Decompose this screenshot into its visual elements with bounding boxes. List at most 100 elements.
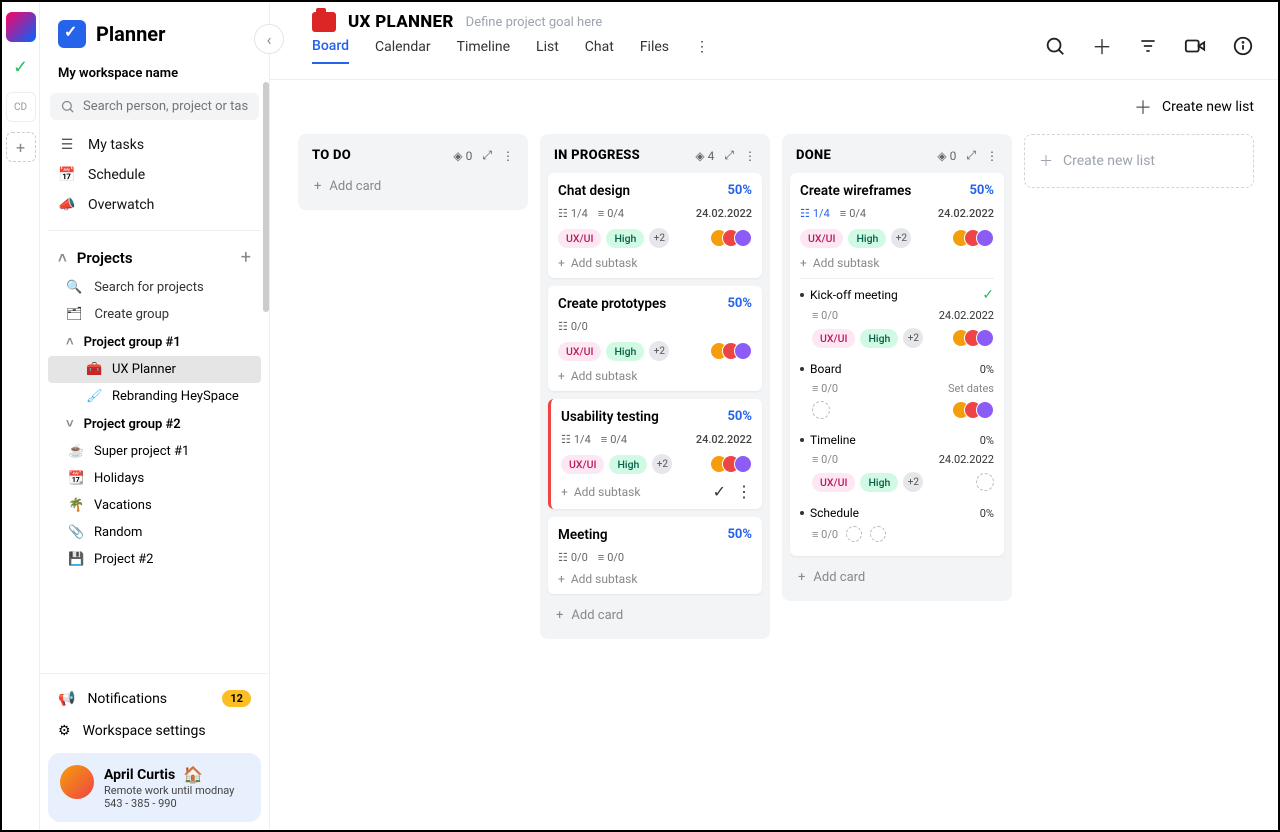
add-assignee-icon[interactable] [976,473,994,491]
card-wireframes[interactable]: Create wireframes 50% ☷ 1/4 ≡ 0/4 24.02.… [790,173,1004,556]
tag-more[interactable]: +2 [903,328,923,348]
nav-notifications[interactable]: 📢 Notifications 12 [48,682,261,715]
add-tag-icon[interactable] [846,526,862,542]
more-icon[interactable]: ⋮ [744,149,756,163]
project-random[interactable]: 📎 Random [48,519,261,546]
filter-icon[interactable] [1138,36,1158,56]
add-subtask-button[interactable]: +Add subtask [561,485,640,499]
tag-high[interactable]: High [609,455,647,474]
subtask-board[interactable]: Board 0% [800,358,994,380]
sidebar-collapse-button[interactable]: ‹ [254,24,284,54]
plus-icon: + [558,369,565,383]
rail-check-icon[interactable]: ✓ [6,52,36,82]
tag-high[interactable]: High [860,473,898,492]
more-icon[interactable]: ⋮ [736,482,752,501]
subtask-schedule[interactable]: Schedule 0% [800,502,994,524]
create-new-list-button[interactable]: ＋ Create new list [1134,94,1254,120]
tag-more[interactable]: +2 [652,454,672,474]
tag-uxui[interactable]: UX/UI [800,229,843,248]
add-card-button[interactable]: + Add card [790,564,1004,591]
add-project-button[interactable]: + [241,247,251,268]
rail-app-icon[interactable] [6,12,36,42]
project-holidays[interactable]: 📆 Holidays [48,465,261,492]
tag-high[interactable]: High [606,342,644,361]
add-subtask-button[interactable]: +Add subtask [800,256,994,270]
add-subtask-button[interactable]: +Add subtask [558,572,752,586]
tab-calendar[interactable]: Calendar [375,39,431,63]
tag-uxui[interactable]: UX/UI [561,455,604,474]
project-2[interactable]: 💾 Project #2 [48,546,261,573]
card-usability[interactable]: Usability testing 50% ☷ 1/4 ≡ 0/4 24.02.… [548,399,762,509]
assignees[interactable] [958,329,994,347]
tab-board[interactable]: Board [312,38,349,64]
collapse-icon[interactable]: ⤢ [482,148,492,163]
add-card-button[interactable]: + Add card [306,173,520,200]
subtask-title: Board [810,362,842,376]
nav-workspace-settings[interactable]: ⚙ Workspace settings [48,715,261,747]
projects-header[interactable]: ˄ Projects + [48,241,261,274]
assignees[interactable] [958,229,994,247]
nav-my-tasks[interactable]: ☰ My tasks [48,130,261,160]
search-projects[interactable]: 🔍 Search for projects [48,274,261,301]
assignees[interactable] [716,455,752,473]
tag-uxui[interactable]: UX/UI [558,229,601,248]
rail-add-button[interactable]: + [6,132,36,162]
sidebar: ‹ Planner My workspace name ☰ My tasks 📅… [40,2,270,830]
tab-more-icon[interactable]: ⋮ [695,39,709,63]
tag-high[interactable]: High [860,329,898,348]
nav-overwatch[interactable]: 📣 Overwatch [48,190,261,220]
tab-files[interactable]: Files [640,39,669,63]
check-icon[interactable]: ✓ [713,482,726,501]
create-new-list-column[interactable]: ＋ Create new list [1024,134,1254,188]
card-chat-design[interactable]: Chat design 50% ☷ 1/4 ≡ 0/4 24.02.2022 U… [548,173,762,278]
tag-uxui[interactable]: UX/UI [812,473,855,492]
scrollbar[interactable] [263,82,269,312]
project-vacations[interactable]: 🌴 Vacations [48,492,261,519]
tab-list[interactable]: List [536,39,559,63]
subtask-kickoff[interactable]: Kick-off meeting ✓ [800,283,994,307]
tag-high[interactable]: High [606,229,644,248]
assignees[interactable] [716,229,752,247]
tag-more[interactable]: +2 [903,472,923,492]
project-group-2[interactable]: ˅ Project group #2 [48,410,261,438]
nav-schedule[interactable]: 📅 Schedule [48,160,261,190]
tag-more[interactable]: +2 [649,228,669,248]
more-icon[interactable]: ⋮ [502,149,514,163]
tag-uxui[interactable]: UX/UI [558,342,601,361]
project-group-1[interactable]: ˄ Project group #1 [48,328,261,356]
assignees[interactable] [716,342,752,360]
tag-high[interactable]: High [848,229,886,248]
add-subtask-button[interactable]: +Add subtask [558,256,752,270]
assignees[interactable] [958,401,994,419]
search-input[interactable] [83,99,249,114]
collapse-icon[interactable]: ⤢ [966,148,976,163]
subtask-timeline[interactable]: Timeline 0% [800,429,994,451]
card-prototypes[interactable]: Create prototypes 50% ☷ 0/0 UX/UI High +… [548,286,762,391]
add-tag-icon[interactable] [812,401,830,419]
video-icon[interactable] [1184,35,1206,57]
tag-more[interactable]: +2 [649,341,669,361]
project-super[interactable]: ☕ Super project #1 [48,438,261,465]
add-card-button[interactable]: + Add card [548,602,762,629]
tag-uxui[interactable]: UX/UI [812,329,855,348]
add-subtask-button[interactable]: +Add subtask [558,369,752,383]
search-icon[interactable] [1044,35,1066,57]
rail-workspace-badge[interactable]: CD [6,92,36,122]
collapse-icon[interactable]: ⤢ [724,148,734,163]
add-icon[interactable]: ＋ [1092,31,1112,60]
info-icon[interactable] [1232,35,1254,57]
project-ux-planner[interactable]: 🧰 UX Planner [48,356,261,383]
more-icon[interactable]: ⋮ [986,149,998,163]
card-meeting[interactable]: Meeting 50% ☷ 0/0 ≡ 0/0 +Add subtask [548,517,762,594]
project-goal[interactable]: Define project goal here [466,15,603,30]
project-rebranding[interactable]: 🖌 Rebranding HeySpace [48,383,261,410]
set-dates[interactable]: Set dates [948,382,994,395]
add-assignee-icon[interactable] [870,526,886,542]
tag-more[interactable]: +2 [891,228,911,248]
create-group[interactable]: 🗂 Create group [48,301,261,328]
count: ≡ 0/0 [812,309,838,322]
tab-chat[interactable]: Chat [585,39,614,63]
tab-timeline[interactable]: Timeline [457,39,510,63]
sidebar-search[interactable] [50,93,259,120]
user-card[interactable]: April Curtis 🏠 Remote work until modnay … [48,753,261,822]
